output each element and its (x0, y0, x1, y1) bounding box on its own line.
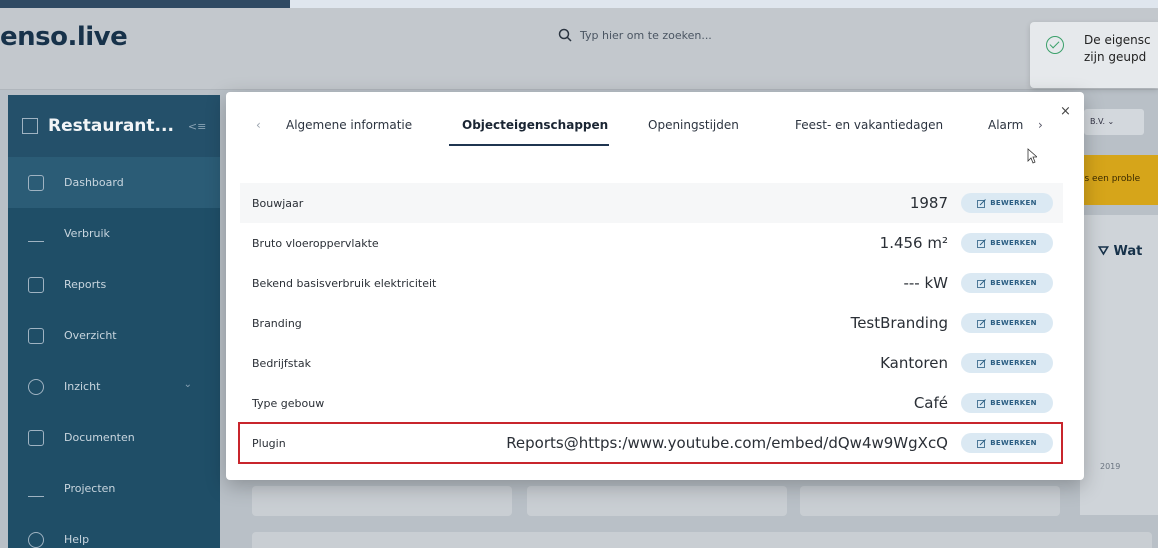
sidebar-item-documenten[interactable]: Documenten (8, 412, 220, 463)
app-header: enso.live Typ hier om te zoeken... (0, 8, 1158, 90)
property-label: Branding (252, 316, 302, 330)
global-search[interactable]: Typ hier om te zoeken... (558, 28, 712, 42)
property-row-bouwjaar: Bouwjaar 1987 BEWERKEN (240, 183, 1063, 223)
reports-icon (28, 276, 44, 293)
property-label: Bekend basisverbruik elektriciteit (252, 276, 437, 290)
building-icon (22, 118, 38, 134)
property-row-bruto-vloeroppervlakte: Bruto vloeroppervlakte 1.456 m² BEWERKEN (240, 223, 1063, 263)
project-icon (28, 481, 44, 497)
property-value: 1987 (909, 194, 948, 212)
bg-card-1 (252, 486, 512, 516)
tab-objecteigenschappen[interactable]: Objecteigenschappen (462, 118, 608, 132)
help-icon (28, 531, 44, 548)
edit-icon (977, 398, 987, 408)
sidebar-item-overzicht[interactable]: Overzicht (8, 310, 220, 361)
edit-button[interactable]: BEWERKEN (961, 353, 1053, 373)
overview-icon (28, 327, 44, 344)
toast-message: De eigensc zijn geupd (1084, 33, 1151, 64)
property-label: Bedrijfstak (252, 356, 311, 370)
chart-year-label: 2019 (1100, 462, 1121, 471)
sidebar-item-label: Help (64, 533, 90, 546)
tabs-prev-icon[interactable]: ‹ (256, 118, 261, 132)
sidebar-item-reports[interactable]: Reports (8, 259, 220, 310)
sidebar-item-label: Reports (64, 278, 107, 291)
property-value: 1.456 m² (879, 234, 948, 252)
edit-button[interactable]: BEWERKEN (961, 233, 1053, 253)
bar-chart-icon (28, 226, 44, 242)
property-row-type-gebouw: Type gebouw Café BEWERKEN (240, 383, 1063, 423)
sidebar-item-dashboard[interactable]: Dashboard (8, 157, 220, 208)
sidebar-item-projecten[interactable]: Projecten (8, 463, 220, 514)
tab-alarm[interactable]: Alarm (988, 118, 1023, 132)
sidebar-header[interactable]: Restaurant... <≡ (8, 95, 220, 157)
property-value: --- kW (903, 274, 948, 292)
mouse-cursor-icon (1027, 148, 1037, 164)
property-value: Café (913, 394, 948, 412)
bg-card-2 (527, 486, 787, 516)
sidebar-title: Restaurant... (48, 116, 174, 136)
property-label: Bruto vloeroppervlakte (252, 236, 379, 250)
close-icon[interactable]: × (1060, 104, 1071, 119)
property-label: Bouwjaar (252, 196, 304, 210)
eye-icon (28, 378, 44, 395)
edit-button[interactable]: BEWERKEN (961, 313, 1053, 333)
collapse-sidebar-icon[interactable]: <≡ (188, 120, 206, 133)
sidebar-item-verbruik[interactable]: Verbruik (8, 208, 220, 259)
sidebar-item-label: Dashboard (64, 176, 124, 189)
sidebar-item-label: Documenten (64, 431, 135, 444)
edit-button[interactable]: BEWERKEN (961, 273, 1053, 293)
edit-button[interactable]: BEWERKEN (961, 393, 1053, 413)
property-row-basisverbruik: Bekend basisverbruik elektriciteit --- k… (240, 263, 1063, 303)
sidebar: Restaurant... <≡ Dashboard Verbruik Repo… (8, 95, 220, 548)
tab-feest-en-vakantiedagen[interactable]: Feest- en vakantiedagen (795, 118, 943, 132)
search-placeholder: Typ hier om te zoeken... (580, 28, 712, 42)
success-toast: De eigensc zijn geupd (1030, 22, 1158, 88)
dashboard-icon (28, 174, 44, 191)
property-row-branding: Branding TestBranding BEWERKEN (240, 303, 1063, 343)
sidebar-item-label: Projecten (64, 482, 116, 495)
bg-card-3 (800, 486, 1060, 516)
edit-icon (977, 238, 987, 248)
property-row-bedrijfstak: Bedrijfstak Kantoren BEWERKEN (240, 343, 1063, 383)
property-label: Type gebouw (252, 396, 325, 410)
bg-card-4 (252, 532, 1152, 548)
property-value: TestBranding (850, 314, 948, 332)
active-tab-indicator (449, 144, 609, 146)
edit-icon (977, 278, 987, 288)
edit-icon (977, 198, 987, 208)
sidebar-item-help[interactable]: Help (8, 514, 220, 548)
edit-icon (977, 318, 987, 328)
check-circle-icon (1046, 36, 1064, 54)
tab-openingstijden[interactable]: Openingstijden (648, 118, 739, 132)
top-border-light (290, 0, 1158, 8)
sidebar-item-label: Verbruik (64, 227, 110, 240)
edit-button[interactable]: BEWERKEN (961, 193, 1053, 213)
plugin-row-highlight (238, 422, 1063, 464)
company-select[interactable]: B.V. ⌄ (1084, 109, 1144, 135)
document-icon (28, 429, 44, 446)
sidebar-item-inzicht[interactable]: Inzicht ⌄ (8, 361, 220, 412)
search-icon (558, 28, 572, 42)
chevron-down-icon: ⌄ (183, 379, 192, 390)
water-card-title: ⛛ Wat (1098, 244, 1143, 259)
alert-banner-text: is een proble (1082, 174, 1141, 184)
sidebar-item-label: Inzicht (64, 380, 101, 393)
property-value: Kantoren (880, 354, 948, 372)
tabs-next-icon[interactable]: › (1038, 118, 1043, 132)
edit-icon (977, 358, 987, 368)
sidebar-item-label: Overzicht (64, 329, 117, 342)
app-logo[interactable]: enso.live (0, 22, 128, 52)
tab-algemene-informatie[interactable]: Algemene informatie (286, 118, 412, 132)
